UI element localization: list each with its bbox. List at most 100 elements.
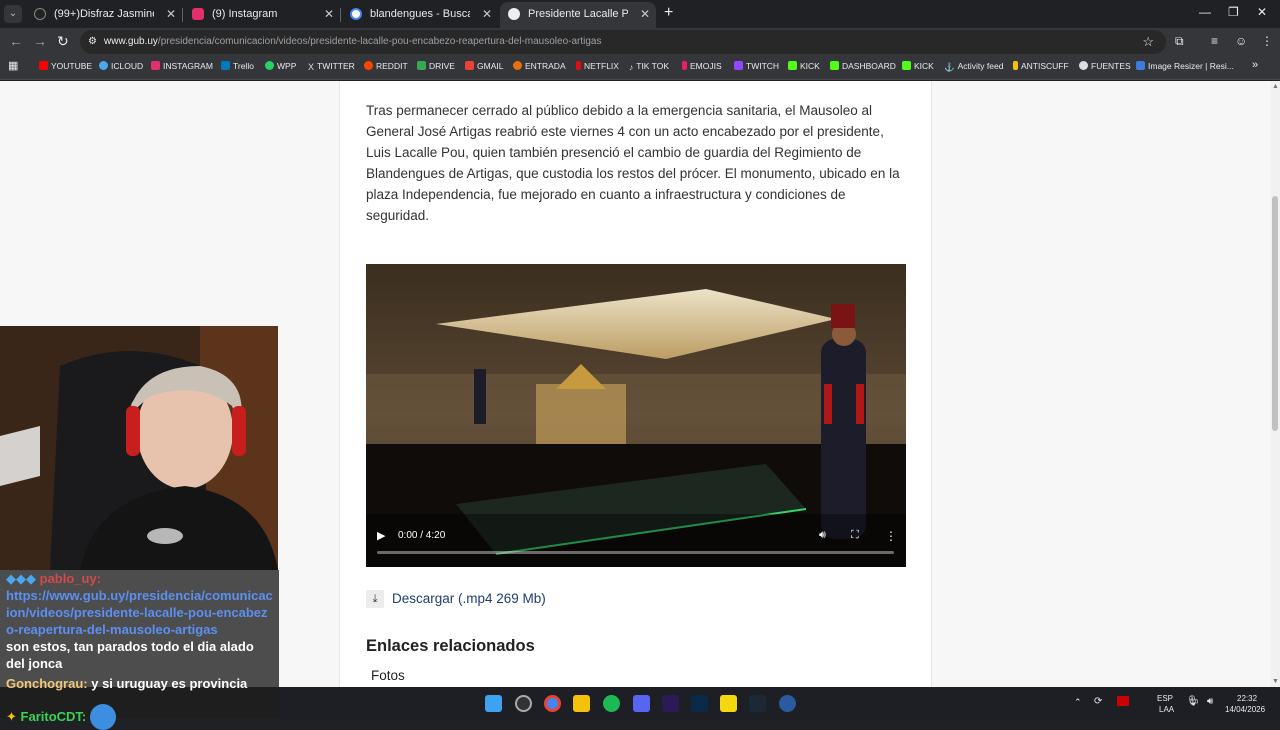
- bookmark-drive[interactable]: DRIVE: [417, 61, 455, 71]
- streamer-webcam-image: [0, 326, 278, 570]
- tab-title: blandengues - Buscar con Goo: [370, 8, 470, 20]
- chrome-icon[interactable]: [544, 695, 561, 712]
- bookmark-wpp[interactable]: WPP: [265, 61, 296, 71]
- tab-close-icon[interactable]: ✕: [324, 2, 334, 26]
- reddit-icon: [364, 61, 373, 70]
- close-window-icon[interactable]: ✕: [1257, 5, 1267, 19]
- keyboard-layout[interactable]: LAA: [1159, 705, 1174, 714]
- extensions-icon[interactable]: ⧉: [1175, 34, 1184, 49]
- video-more-options-icon[interactable]: ⋮: [885, 529, 897, 543]
- photoshop-icon[interactable]: [691, 695, 708, 712]
- bookmark-dashboard[interactable]: DASHBOARD: [830, 61, 896, 71]
- bookmark-icloud[interactable]: ICLOUD: [99, 61, 143, 71]
- bookmarks-bar: ▦ YOUTUBE ICLOUD INSTAGRAM Trello WPP XT…: [0, 56, 1280, 80]
- video-frame-image: [366, 264, 906, 567]
- app-icon[interactable]: [515, 695, 532, 712]
- file-explorer-icon[interactable]: [573, 695, 590, 712]
- scroll-up-icon[interactable]: ▲: [1272, 83, 1279, 90]
- bookmark-label: REDDIT: [376, 61, 408, 71]
- start-windows-icon[interactable]: [485, 695, 502, 712]
- premiere-icon[interactable]: [662, 695, 679, 712]
- page-scrollbar[interactable]: ▲ ▼: [1270, 81, 1280, 687]
- bookmark-label: Image Resizer | Resi...: [1148, 61, 1234, 71]
- bookmark-entrada[interactable]: ENTRADA: [513, 61, 566, 71]
- tab-disfraz[interactable]: (99+)Disfraz Jasmine: ¡Princesa ✕: [26, 2, 182, 28]
- bookmark-label: INSTAGRAM: [163, 61, 213, 71]
- whatsapp-icon: [265, 61, 274, 70]
- bookmark-label: DRIVE: [429, 61, 455, 71]
- bookmark-twitter[interactable]: X TWITTER: [308, 61, 355, 72]
- bookmark-tiktok[interactable]: ♪ TIK TOK: [629, 61, 669, 72]
- bookmark-kick[interactable]: KICK: [788, 61, 820, 71]
- back-arrow-icon[interactable]: ←: [9, 33, 23, 49]
- clock-date[interactable]: 14/04/2026: [1225, 705, 1265, 714]
- steam-icon[interactable]: [749, 695, 766, 712]
- tray-flag-icon[interactable]: [1117, 696, 1129, 706]
- address-bar[interactable]: ⚙ www.gub.uy/presidencia/comunicacion/vi…: [80, 30, 1166, 54]
- tab-presidente-active[interactable]: Presidente Lacalle Pou encabez ✕: [500, 2, 656, 28]
- network-icon[interactable]: ▭: [1189, 696, 1198, 707]
- url-path: /presidencia/comunicacion/videos/preside…: [157, 36, 602, 47]
- bookmark-twitch[interactable]: TWITCH: [734, 61, 779, 71]
- tab-title: Presidente Lacalle Pou encabez: [528, 8, 628, 20]
- video-progress-bar[interactable]: [377, 551, 894, 554]
- tab-close-icon[interactable]: ✕: [640, 2, 650, 26]
- article-paragraph: Tras permanecer cerrado al público debid…: [366, 103, 900, 223]
- tab-search-button[interactable]: ⌄: [4, 5, 22, 23]
- reload-icon[interactable]: ↻: [57, 33, 69, 50]
- tab-google-search[interactable]: blandengues - Buscar con Goo ✕: [342, 2, 498, 28]
- bookmark-instagram[interactable]: INSTAGRAM: [151, 61, 213, 71]
- download-link[interactable]: ⤓ Descargar (.mp4 269 Mb): [366, 588, 546, 610]
- bookmark-netflix[interactable]: NETFLIX: [576, 61, 619, 71]
- volume-tray-icon[interactable]: 🔊︎: [1207, 696, 1213, 707]
- language-indicator[interactable]: ESP: [1157, 694, 1173, 703]
- tab-close-icon[interactable]: ✕: [166, 2, 176, 26]
- minimize-icon[interactable]: —: [1199, 5, 1211, 19]
- bookmark-label: EMOJIS: [690, 61, 722, 71]
- video-player[interactable]: ▶ 0:00 / 4:20 🔊︎ ⛶ ⋮: [366, 264, 906, 567]
- clock-time[interactable]: 22:32: [1237, 694, 1257, 703]
- related-link-fotos[interactable]: Fotos: [371, 668, 405, 683]
- windows-taskbar: ⌃ ⟳ ESP LAA 🎙︎ ▭ 🔊︎ 22:32 14/04/2026: [279, 687, 1280, 720]
- menu-kebab-icon[interactable]: ⋮: [1261, 34, 1273, 48]
- tray-expand-icon[interactable]: ⌃: [1074, 697, 1082, 708]
- bookmark-label: KICK: [914, 61, 934, 71]
- discord-icon[interactable]: [633, 695, 650, 712]
- scroll-thumb[interactable]: [1272, 196, 1278, 431]
- apps-grid-icon[interactable]: ▦: [8, 59, 18, 72]
- site-info-icon[interactable]: ⚙: [88, 30, 97, 54]
- bookmark-star-icon[interactable]: ☆: [1142, 30, 1154, 54]
- tray-app-icon[interactable]: ⟳: [1094, 696, 1102, 707]
- spotify-icon[interactable]: [603, 695, 620, 712]
- bookmark-image-resizer[interactable]: Image Resizer | Resi...: [1136, 61, 1234, 71]
- tab-instagram[interactable]: (9) Instagram ✕: [184, 2, 340, 28]
- profile-avatar-icon[interactable]: ☺: [1235, 34, 1247, 48]
- chat-username: Gonchograu:: [6, 676, 88, 691]
- restore-icon[interactable]: ❐: [1228, 5, 1239, 19]
- bookmark-fuentes[interactable]: FUENTES: [1079, 61, 1131, 71]
- new-tab-button[interactable]: +: [664, 4, 673, 22]
- bookmark-gmail[interactable]: GMAIL: [465, 61, 503, 71]
- bookmark-label: GMAIL: [477, 61, 504, 71]
- bookmark-activity-feed[interactable]: ⚓ Activity feed: [944, 61, 1003, 72]
- antiscuff-icon: [1013, 61, 1018, 70]
- bookmarks-overflow-icon[interactable]: »: [1252, 59, 1258, 71]
- bookmark-kick-2[interactable]: KICK: [902, 61, 934, 71]
- volume-icon[interactable]: 🔊︎: [819, 529, 826, 542]
- bookmark-reddit[interactable]: REDDIT: [364, 61, 408, 71]
- bookmark-youtube[interactable]: YOUTUBE: [39, 61, 92, 71]
- media-controls-icon[interactable]: ≡: [1211, 34, 1218, 48]
- app-icon[interactable]: [779, 695, 796, 712]
- forward-arrow-icon[interactable]: →: [33, 33, 47, 49]
- trello-icon: [221, 61, 230, 70]
- play-icon[interactable]: ▶: [377, 529, 385, 542]
- sticky-notes-icon[interactable]: [720, 695, 737, 712]
- fullscreen-icon[interactable]: ⛶: [851, 529, 859, 542]
- bookmark-label: FUENTES: [1091, 61, 1131, 71]
- bookmark-emojis[interactable]: EMOJIS: [682, 61, 722, 71]
- bookmark-trello[interactable]: Trello: [221, 61, 254, 71]
- scroll-down-icon[interactable]: ▼: [1272, 678, 1279, 685]
- tiktok-icon: ♪: [629, 62, 634, 72]
- bookmark-antiscuff[interactable]: ANTISCUFF: [1013, 61, 1069, 71]
- tab-close-icon[interactable]: ✕: [482, 2, 492, 26]
